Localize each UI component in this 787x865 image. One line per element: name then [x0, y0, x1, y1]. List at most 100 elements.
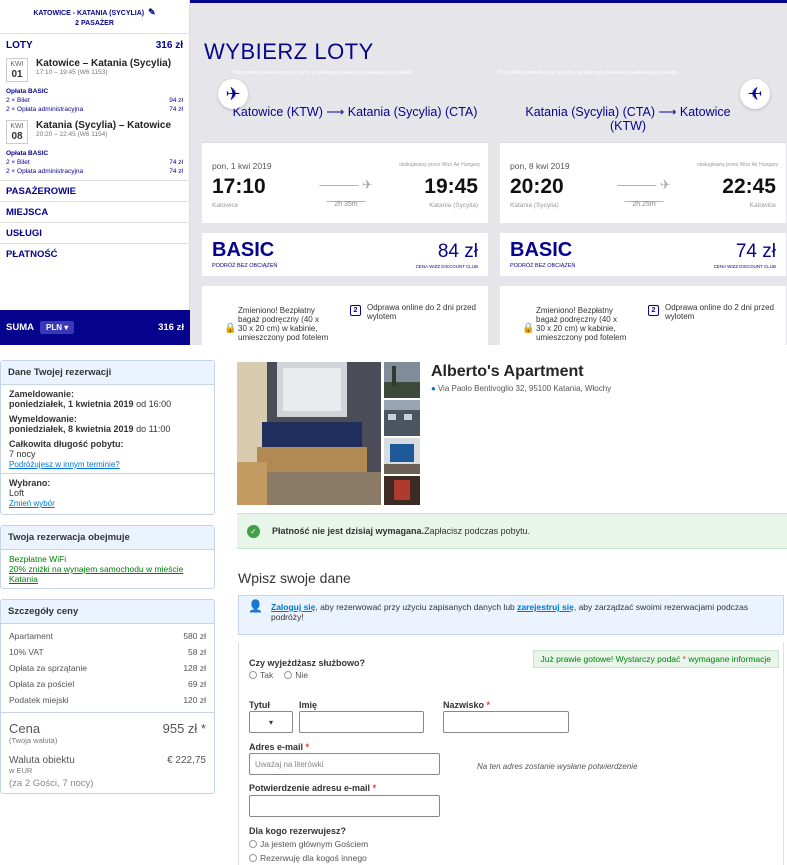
- radio-main-guest[interactable]: [249, 840, 257, 848]
- fee-value: 74 zł: [169, 159, 183, 166]
- hotel-thumb-photo[interactable]: [384, 438, 420, 474]
- business-trip-options: Tak Nie: [249, 669, 316, 681]
- section-services[interactable]: USŁUGI: [0, 222, 189, 243]
- departure-city: Katania (Sycylia): [510, 202, 559, 209]
- price-row: Apartament 580 zł: [9, 628, 206, 644]
- chosen-label: Wybrano:: [9, 478, 51, 488]
- fee-label: 2 × Opłata administracyjna: [6, 106, 84, 113]
- price-label: Opłata za sprzątanie: [9, 663, 87, 673]
- section-passengers[interactable]: PASAŻEROWIE: [0, 180, 189, 201]
- other-guest-option[interactable]: Rezerwuję dla kogoś innego: [249, 852, 375, 864]
- wifi-perk: Bezpłatne WiFi: [9, 554, 67, 564]
- login-link[interactable]: Zaloguj się: [271, 602, 315, 612]
- total-bar: SUMA PLN ▾ 316 zł: [0, 310, 190, 345]
- caret-down-icon: ▾: [268, 717, 273, 727]
- email-label: Adres e-mail *: [249, 742, 309, 752]
- fee-value: 74 zł: [169, 106, 183, 113]
- section-payment[interactable]: PŁATNOŚĆ: [0, 243, 189, 264]
- section-seats[interactable]: MIEJSCA: [0, 201, 189, 222]
- fee-head: Opłata BASIC: [6, 88, 49, 95]
- last-name-input[interactable]: [443, 711, 569, 733]
- almost-done-end: wymagane informacje: [685, 654, 771, 664]
- title-label: Tytuł: [249, 700, 270, 710]
- hotel-thumb-photo[interactable]: [384, 400, 420, 436]
- email-input[interactable]: Uważaj na literówki: [249, 753, 440, 775]
- form-title: Wpisz swoje dane: [238, 570, 351, 586]
- calendar-icon: 2: [648, 305, 659, 316]
- hotel-thumb-photo[interactable]: [384, 476, 420, 505]
- divider: [202, 223, 488, 233]
- email-confirm-input[interactable]: [249, 795, 440, 817]
- first-name-input[interactable]: [299, 711, 424, 733]
- flight-card-return[interactable]: ✈ Katania (Sycylia) (CTA) ⟶ Katowice (KT…: [500, 79, 786, 345]
- change-dates-link[interactable]: Podróżujesz w innym terminie?: [9, 460, 206, 469]
- divider: [202, 276, 488, 286]
- arrival-city: Katowice: [749, 202, 776, 209]
- arrival-time: 19:45: [424, 175, 478, 198]
- required-star: *: [372, 783, 377, 793]
- caret-down-icon: ▾: [64, 323, 69, 332]
- required-star: *: [486, 700, 491, 710]
- duration: 2h 35m: [334, 201, 358, 208]
- radio-yes[interactable]: [249, 671, 257, 679]
- price-row: Opłata za pościel 69 zł: [9, 676, 206, 692]
- price-details-box: Szczegóły ceny Apartament 580 zł 10% VAT 5…: [0, 599, 215, 794]
- page-title: WYBIERZ LOTY: [204, 39, 374, 64]
- main-guest-label: Ja jestem głównym Gościem: [260, 839, 369, 849]
- hotel-booking-panel: Dane Twojej rezerwacji Zameldowanie: pon…: [0, 345, 787, 865]
- total-label: SUMA: [6, 322, 34, 333]
- hotel-main-photo[interactable]: [237, 362, 381, 505]
- flights-summary-row[interactable]: LOTY 316 zł: [0, 34, 189, 56]
- price-value: 580 zł: [183, 631, 206, 641]
- chosen-room: Loft: [9, 488, 25, 498]
- calendar-icon: 2: [350, 305, 361, 316]
- flight-summary-return: KWI 08 Katania (Sycylia) – Katowice 20:2…: [0, 118, 189, 176]
- route-header[interactable]: KATOWICE - KATANIA (SYCYLIA) ✎ 2 PASAŻER: [0, 0, 189, 34]
- luggage-icon: 🔒: [522, 323, 535, 334]
- booking-sidebar: Dane Twojej rezerwacji Zameldowanie: pon…: [0, 360, 215, 804]
- flight-summary-outbound: KWI 01 Katowice – Katania (Sycylia) 17:1…: [0, 56, 189, 114]
- pencil-icon[interactable]: ✎: [148, 7, 156, 17]
- flight-select-main: WYBIERZ LOTY Wszystkie podane ceny to ce…: [190, 0, 787, 345]
- radio-no[interactable]: [284, 671, 293, 679]
- property-currency-label: Waluta obiektu: [9, 755, 75, 766]
- plane-icon: ✈: [740, 79, 770, 109]
- email-hint: Na ten adres zostanie wysłane potwierdze…: [477, 762, 638, 771]
- guest-details-form: Już prawie gotowe! Wystarczy podać * wym…: [238, 642, 784, 865]
- main-guest-option[interactable]: Ja jestem głównym Gościem: [249, 838, 376, 850]
- change-choice-link[interactable]: Zmień wybór: [9, 499, 206, 508]
- title-select[interactable]: ▾: [249, 711, 293, 733]
- divider: [1, 473, 214, 474]
- price-label: Podatek miejski: [9, 695, 69, 705]
- almost-done-text: Już prawie gotowe! Wystarczy podać: [540, 654, 683, 664]
- email-confirm-text: Potwierdzenie adresu e-mail: [249, 783, 371, 793]
- arrival-city: Katania (Sycylia): [429, 202, 478, 209]
- email-label-text: Adres e-mail: [249, 742, 304, 752]
- fee-label: 2 × Bilet: [6, 97, 30, 104]
- flight-date: pon, 8 kwi 2019: [510, 161, 570, 171]
- arrival-time: 22:45: [722, 175, 776, 198]
- box-title: Szczegóły ceny: [1, 600, 214, 624]
- car-discount-link[interactable]: 20% zniżki na wynajem samochodu w mieści…: [9, 564, 206, 584]
- operator: obsługiwany przez Wizz Air Hungary: [399, 162, 480, 168]
- flight-time: 17:10 – 19:45 (W6 1153): [36, 69, 108, 76]
- currency-select[interactable]: PLN ▾: [39, 321, 75, 334]
- price-row: Podatek miejski 120 zł: [9, 692, 206, 708]
- checkmark-icon: ✓: [247, 524, 260, 538]
- stay-length: 7 nocy: [9, 449, 36, 459]
- hotel-thumb-photo[interactable]: [384, 362, 420, 398]
- email-confirm-label: Potwierdzenie adresu e-mail *: [249, 783, 376, 793]
- flight-card-outbound[interactable]: ✈ Katowice (KTW) ⟶ Katania (Sycylia) (CT…: [202, 79, 488, 345]
- property-currency-sub: w EUR: [9, 766, 33, 775]
- flight-route: Katowice – Katania (Sycylia): [36, 58, 172, 69]
- checkout-label: Wymeldowanie:: [9, 414, 77, 424]
- checkin-info: Odprawa online do 2 dni przed wylotem: [367, 303, 476, 321]
- fare-price: 84 zł: [437, 241, 478, 262]
- radio-other-guest[interactable]: [249, 854, 257, 862]
- bag-info: Zmieniono! Bezpłatny bagaż podręczny (40…: [238, 306, 329, 342]
- property-currency-value: € 222,75: [167, 755, 206, 766]
- date-month: KWI: [10, 123, 24, 130]
- payment-notice-bold: Płatność nie jest dzisiaj wymagana.: [272, 526, 425, 536]
- register-link[interactable]: zarejestruj się: [517, 602, 574, 612]
- currency-value: PLN: [45, 323, 62, 332]
